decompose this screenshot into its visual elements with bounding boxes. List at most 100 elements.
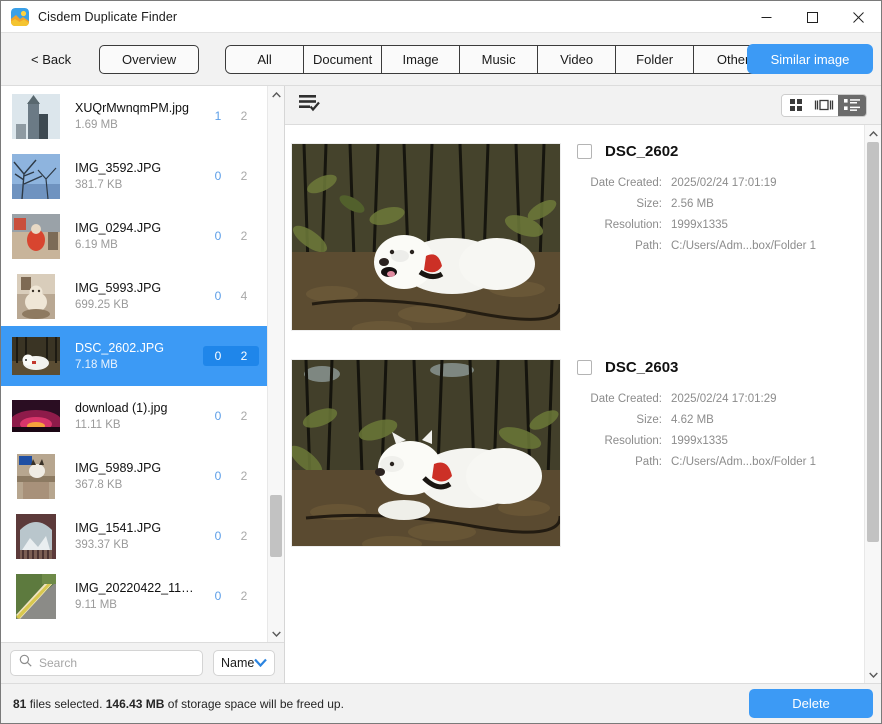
thumbnail	[11, 93, 61, 140]
size-label: Size:	[636, 414, 662, 426]
list-item[interactable]: IMG_1541.JPG 393.37 KB 0 2	[1, 506, 267, 566]
content-scroll-thumb[interactable]	[867, 142, 879, 542]
close-button[interactable]	[835, 1, 881, 33]
duplicate-checkbox[interactable]	[577, 144, 592, 159]
search-box[interactable]	[10, 650, 203, 676]
duplicate-header: DSC_2602	[577, 143, 864, 160]
view-mode-switcher	[781, 93, 867, 117]
date-created-row: Date Created: 2025/02/24 17:01:19	[577, 177, 864, 189]
file-name: IMG_5989.JPG	[75, 461, 162, 475]
duplicate-title: DSC_2602	[605, 143, 679, 160]
duplicate-entry: DSC_2602 Date Created: 2025/02/24 17:01:…	[285, 125, 864, 331]
thumbnail	[11, 393, 61, 440]
total-count: 2	[240, 109, 248, 123]
tab-video[interactable]: Video	[538, 45, 617, 73]
selected-count: 0	[214, 349, 222, 363]
maximize-button[interactable]	[789, 1, 835, 33]
content-scrollbar[interactable]	[864, 125, 881, 683]
total-count: 2	[240, 469, 248, 483]
count-badges: 0 2	[203, 406, 259, 426]
file-list-wrap: XUQrMwnqmPM.jpg 1.69 MB 1 2 IMG_3592.JPG…	[1, 86, 284, 642]
content-scroll-track[interactable]	[865, 142, 881, 666]
tab-document[interactable]: Document	[304, 45, 383, 73]
list-view-button[interactable]	[838, 94, 866, 116]
title-bar: Cisdem Duplicate Finder	[1, 1, 881, 33]
content-scroll-down-arrow[interactable]	[865, 666, 881, 683]
content-scroll-up-arrow[interactable]	[865, 125, 881, 142]
overview-button[interactable]: Overview	[99, 44, 200, 74]
list-item[interactable]: IMG_5989.JPG 367.8 KB 0 2	[1, 446, 267, 506]
file-size: 6.19 MB	[75, 239, 118, 251]
delete-button[interactable]: Delete	[749, 689, 873, 718]
list-item[interactable]: IMG_20220422_115307.jpg 9.11 MB 0 2	[1, 566, 267, 626]
detail-scroll-wrap: DSC_2602 Date Created: 2025/02/24 17:01:…	[285, 125, 881, 683]
total-count: 2	[240, 409, 248, 423]
selected-count: 0	[214, 169, 222, 183]
path-value: C:/Users/Adm...box/Folder 1	[671, 456, 817, 468]
selected-count: 0	[214, 289, 222, 303]
tab-all[interactable]: All	[226, 45, 305, 73]
count-badges: 0 4	[203, 286, 259, 306]
path-label: Path:	[635, 240, 662, 252]
similar-image-button[interactable]: Similar image	[747, 44, 873, 74]
file-size: 7.18 MB	[75, 359, 118, 371]
selected-count: 0	[214, 229, 222, 243]
selected-count: 0	[214, 409, 222, 423]
thumbnail	[11, 153, 61, 200]
status-text: 81 files selected. 146.43 MB of storage …	[13, 697, 344, 711]
scroll-down-arrow[interactable]	[268, 625, 284, 642]
resolution-row: Resolution: 1999x1335	[577, 435, 864, 447]
selected-count: 0	[214, 589, 222, 603]
window-title: Cisdem Duplicate Finder	[38, 9, 178, 24]
selected-count: 1	[214, 109, 222, 123]
sidebar-scroll-track[interactable]	[268, 103, 284, 625]
sort-dropdown[interactable]: Name	[213, 650, 276, 676]
list-item[interactable]: XUQrMwnqmPM.jpg 1.69 MB 1 2	[1, 86, 267, 146]
back-button[interactable]: < Back	[25, 48, 77, 71]
thumbnail	[11, 573, 61, 620]
list-item-selected[interactable]: DSC_2602.JPG 7.18 MB 0 2	[1, 326, 267, 386]
sidebar-search-bar: Name	[1, 642, 284, 683]
duplicate-info: DSC_2602 Date Created: 2025/02/24 17:01:…	[561, 143, 864, 331]
date-created-value: 2025/02/24 17:01:29	[671, 393, 777, 405]
photo-preview[interactable]	[291, 143, 561, 331]
list-item[interactable]: IMG_0294.JPG 6.19 MB 0 2	[1, 206, 267, 266]
sidebar-scrollbar[interactable]	[267, 86, 284, 642]
duplicate-header: DSC_2603	[577, 359, 864, 376]
tab-image[interactable]: Image	[382, 45, 461, 73]
search-input[interactable]	[39, 656, 194, 670]
list-item[interactable]: download (1).jpg 11.11 KB 0 2	[1, 386, 267, 446]
app-icon	[11, 7, 29, 26]
scroll-up-arrow[interactable]	[268, 86, 284, 103]
carousel-view-button[interactable]	[810, 94, 838, 116]
tab-music[interactable]: Music	[460, 45, 539, 73]
category-tabs: All Document Image Music Video Folder Ot…	[225, 44, 774, 74]
file-meta: IMG_20220422_115307.jpg 9.11 MB	[75, 581, 197, 611]
list-item[interactable]: IMG_5993.JPG 699.25 KB 0 4	[1, 266, 267, 326]
search-icon	[19, 654, 32, 672]
tab-folder[interactable]: Folder	[616, 45, 695, 73]
window-controls	[743, 1, 881, 33]
file-name: IMG_3592.JPG	[75, 161, 162, 175]
file-name: IMG_5993.JPG	[75, 281, 162, 295]
count-badges: 0 2	[203, 586, 259, 606]
list-check-icon[interactable]	[299, 94, 323, 117]
file-size: 381.7 KB	[75, 179, 123, 191]
path-value: C:/Users/Adm...box/Folder 1	[671, 240, 817, 252]
photo-preview[interactable]	[291, 359, 561, 547]
file-size: 367.8 KB	[75, 479, 123, 491]
duplicate-checkbox[interactable]	[577, 360, 592, 375]
file-meta: IMG_3592.JPG 381.7 KB	[75, 161, 197, 191]
size-label: Size:	[636, 198, 662, 210]
sidebar-scroll-thumb[interactable]	[270, 495, 282, 557]
count-badges: 0 2	[203, 166, 259, 186]
count-badges: 1 2	[203, 106, 259, 126]
grid-view-button[interactable]	[782, 94, 810, 116]
path-label: Path:	[635, 456, 662, 468]
file-meta: IMG_5993.JPG 699.25 KB	[75, 281, 197, 311]
duplicate-detail-list: DSC_2602 Date Created: 2025/02/24 17:01:…	[285, 125, 864, 683]
list-item[interactable]: IMG_3592.JPG 381.7 KB 0 2	[1, 146, 267, 206]
minimize-button[interactable]	[743, 1, 789, 33]
thumbnail	[11, 333, 61, 380]
file-name: IMG_1541.JPG	[75, 521, 162, 535]
